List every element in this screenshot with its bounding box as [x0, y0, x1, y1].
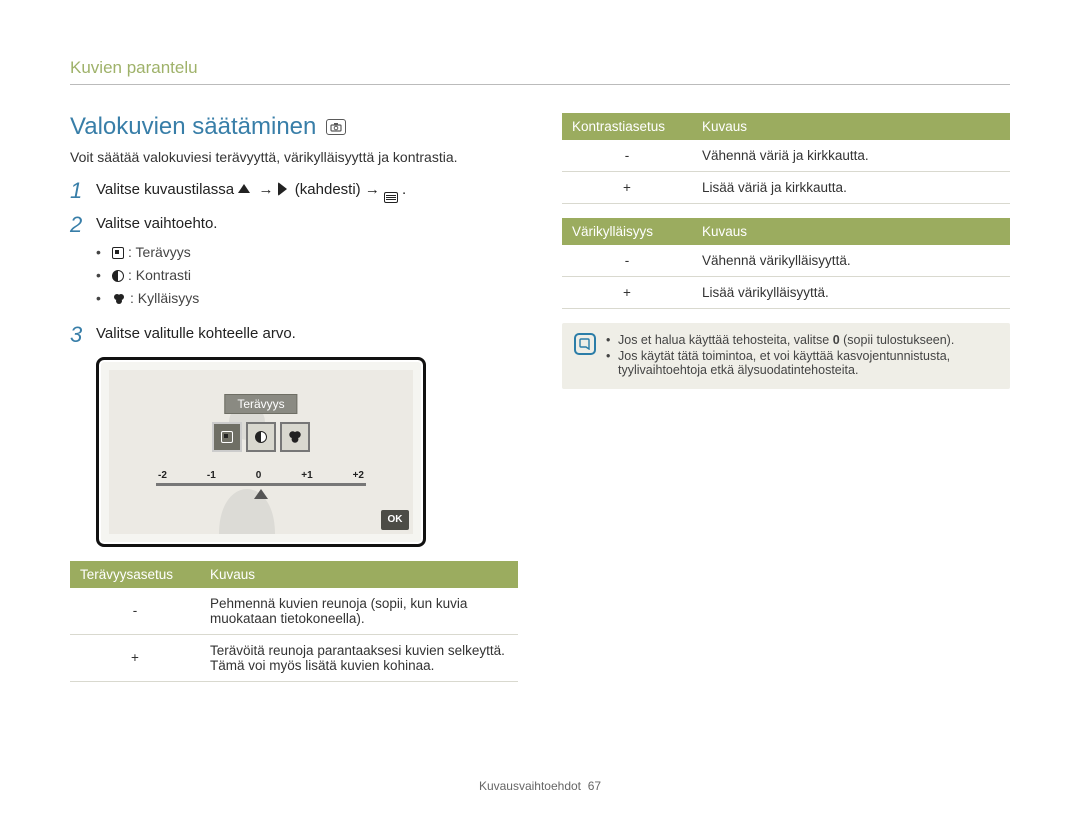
step-body: Valitse kuvaustilassa → (kahdesti) → . [96, 179, 406, 203]
tick: +1 [301, 470, 312, 481]
cell-desc: Pehmennä kuvien reunoja (sopii, kun kuvi… [200, 588, 518, 635]
step-body: Valitse valitulle kohteelle arvo. [96, 323, 296, 346]
divider [70, 84, 1010, 85]
table-row: + Lisää väriä ja kirkkautta. [562, 172, 1010, 204]
bullet-text: : Kylläisyys [130, 290, 199, 306]
note-text: (sopii tulostukseen). [840, 333, 955, 347]
lcd-tab-contrast [246, 422, 276, 452]
lcd-preview: Terävyys -2 -1 0 +1 +2 [96, 357, 426, 547]
step-1: 1 Valitse kuvaustilassa → (kahdesti) → . [70, 179, 518, 203]
up-triangle-icon [238, 184, 250, 193]
scale-marker-icon [254, 489, 268, 499]
step-text: . [402, 181, 406, 198]
chevron-right-icon [278, 182, 287, 196]
tick: -1 [207, 470, 216, 481]
table-header: Kuvaus [692, 218, 1010, 245]
saturation-icon [112, 290, 126, 311]
sharpness-table: Terävyysasetus Kuvaus - Pehmennä kuvien … [70, 561, 518, 682]
lcd-tab-sharpness [212, 422, 242, 452]
cell-symbol: - [70, 588, 200, 635]
note-icon [574, 333, 596, 355]
note-zero: 0 [833, 333, 840, 347]
table-header: Kuvaus [692, 113, 1010, 140]
step-2: 2 Valitse vaihtoehto. : Terävyys : Kontr… [70, 213, 518, 313]
footer-label: Kuvausvaihtoehdot [479, 779, 581, 793]
note-item: Jos et halua käyttää tehosteita, valitse… [606, 333, 998, 347]
step-number: 3 [70, 323, 96, 347]
table-row: + Lisää värikylläisyyttä. [562, 277, 1010, 309]
cell-symbol: - [562, 140, 692, 172]
note-box: Jos et halua käyttää tehosteita, valitse… [562, 323, 1010, 389]
table-header: Kontrastiasetus [562, 113, 692, 140]
cell-symbol: + [562, 172, 692, 204]
cell-symbol: + [562, 277, 692, 309]
tick: 0 [256, 470, 262, 481]
bullet-text: : Terävyys [128, 244, 191, 260]
note-item: Jos käytät tätä toimintoa, et voi käyttä… [606, 349, 998, 377]
cell-symbol: - [562, 245, 692, 277]
lcd-tab-saturation [280, 422, 310, 452]
table-row: + Terävöitä reunoja parantaaksesi kuvien… [70, 634, 518, 681]
contrast-table: Kontrastiasetus Kuvaus - Vähennä väriä j… [562, 113, 1010, 204]
step-text: Valitse vaihtoehto. [96, 215, 217, 232]
intro-text: Voit säätää valokuviesi terävyyttä, väri… [70, 149, 518, 165]
step-text: (kahdesti) → [291, 181, 384, 198]
page-footer: Kuvausvaihtoehdot 67 [0, 779, 1080, 793]
step-arrow: → [254, 181, 277, 198]
table-row: - Pehmennä kuvien reunoja (sopii, kun ku… [70, 588, 518, 635]
step-number: 2 [70, 213, 96, 237]
cell-desc: Lisää värikylläisyyttä. [692, 277, 1010, 309]
cell-desc: Vähennä värikylläisyyttä. [692, 245, 1010, 277]
lcd-ok-badge: OK [381, 510, 409, 530]
cell-desc: Lisää väriä ja kirkkautta. [692, 172, 1010, 204]
cell-desc: Vähennä väriä ja kirkkautta. [692, 140, 1010, 172]
breadcrumb: Kuvien parantelu [70, 58, 1010, 78]
note-text: Jos et halua käyttää tehosteita, valitse [618, 333, 833, 347]
footer-page: 67 [588, 779, 601, 793]
contrast-icon [112, 270, 124, 282]
tick: -2 [158, 470, 167, 481]
section-title: Valokuvien säätäminen [70, 113, 518, 141]
sharpness-icon [112, 247, 124, 259]
menu-icon [384, 192, 398, 203]
table-header: Terävyysasetus [70, 561, 200, 588]
table-row: - Vähennä värikylläisyyttä. [562, 245, 1010, 277]
bullet-text: : Kontrasti [128, 267, 191, 283]
step-body: Valitse vaihtoehto. : Terävyys : Kontras… [96, 213, 217, 313]
cell-symbol: + [70, 634, 200, 681]
cell-desc: Terävöitä reunoja parantaaksesi kuvien s… [200, 634, 518, 681]
table-header: Värikylläisyys [562, 218, 692, 245]
tick: +2 [353, 470, 364, 481]
person-silhouette-icon [189, 394, 309, 534]
step-text: Valitse kuvaustilassa [96, 181, 238, 198]
camera-mode-icon [326, 119, 346, 135]
title-text: Valokuvien säätäminen [70, 113, 316, 141]
lcd-scale: -2 -1 0 +1 +2 [156, 470, 366, 499]
bullet-saturation: : Kylläisyys [96, 288, 217, 311]
table-row: - Vähennä väriä ja kirkkautta. [562, 140, 1010, 172]
step-3: 3 Valitse valitulle kohteelle arvo. [70, 323, 518, 347]
bullet-sharpness: : Terävyys [96, 242, 217, 263]
saturation-table: Värikylläisyys Kuvaus - Vähennä värikyll… [562, 218, 1010, 309]
table-header: Kuvaus [200, 561, 518, 588]
bullet-contrast: : Kontrasti [96, 265, 217, 286]
lcd-label: Terävyys [224, 394, 297, 414]
step-number: 1 [70, 179, 96, 203]
